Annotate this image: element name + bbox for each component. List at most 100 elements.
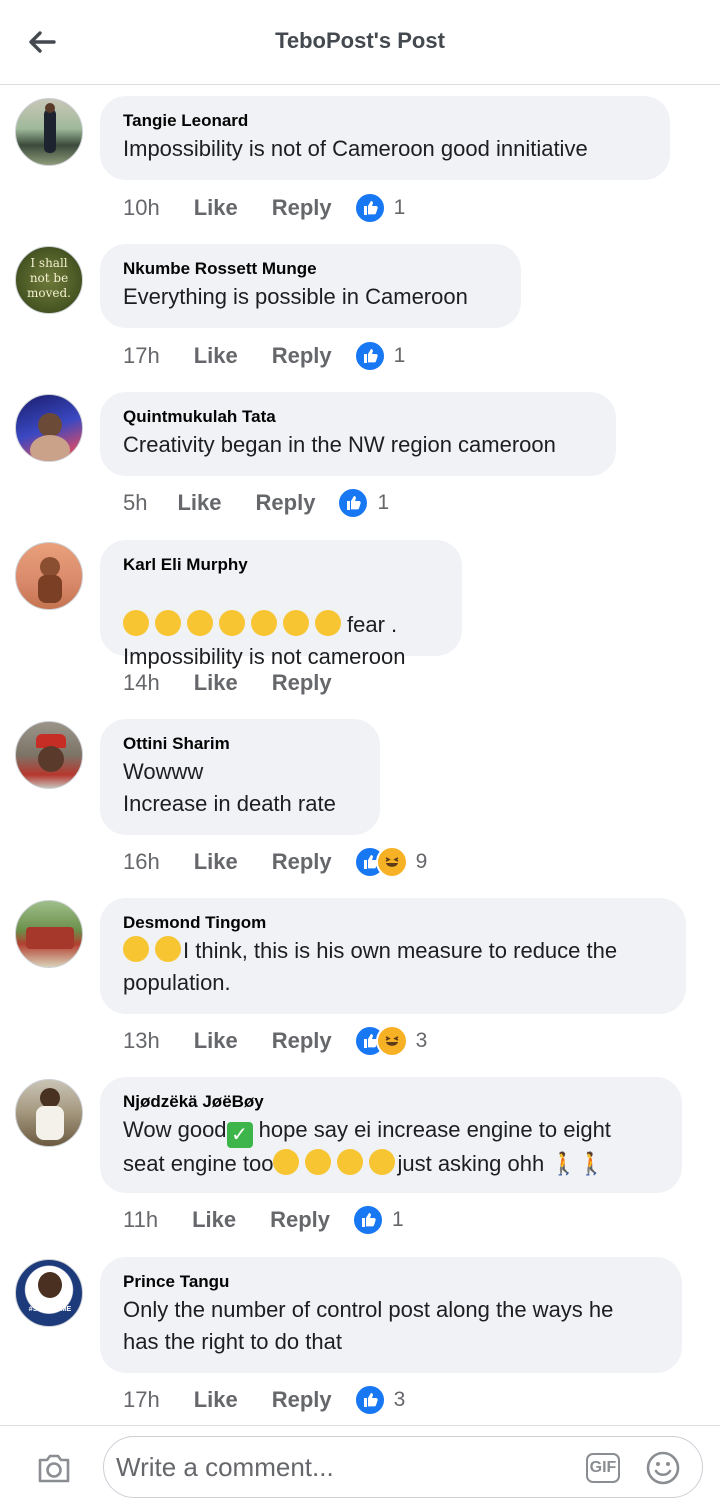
avatar[interactable] (15, 721, 83, 789)
like-reaction-icon (353, 1384, 386, 1416)
comment-bubble[interactable]: Karl Eli Murphy fear . Impossibility is … (100, 540, 462, 669)
like-button[interactable]: Like (194, 1387, 238, 1413)
comment-actions: 11h Like Reply 1 (123, 1204, 404, 1236)
haha-reaction-icon (375, 1025, 408, 1057)
reply-button[interactable]: Reply (272, 1028, 332, 1054)
gif-icon[interactable]: GIF (586, 1453, 620, 1483)
avatar-text: I shall not be moved. (27, 256, 71, 300)
page-title: TeboPost's Post (275, 28, 445, 53)
reaction-summary[interactable]: 9 (353, 846, 427, 878)
tears-of-joy-emoji-icon (283, 610, 309, 636)
comment-author[interactable]: Njødzëkä JøëBøy (123, 1090, 660, 1114)
comment-actions: 17h Like Reply 3 (123, 1384, 405, 1416)
yawning-emoji-icon (273, 1149, 300, 1175)
reply-button[interactable]: Reply (272, 849, 332, 875)
walking-emoji-icon: 🚶 (577, 1151, 606, 1176)
comment-author[interactable]: Nkumbe Rossett Munge (123, 257, 499, 281)
avatar[interactable] (15, 1079, 83, 1147)
reply-button[interactable]: Reply (270, 1207, 330, 1233)
top-bar: TeboPost's Post (0, 0, 720, 85)
reaction-summary[interactable]: 1 (353, 192, 405, 224)
reaction-summary[interactable]: 1 (352, 1204, 404, 1236)
comment-text-line: I think, this is his own measure to redu… (123, 935, 664, 967)
like-button[interactable]: Like (177, 490, 221, 516)
comment-actions: 5h Like Reply 1 (123, 487, 389, 519)
haha-reaction-icon (375, 846, 408, 878)
avatar-text: #STAYHOME (28, 1306, 72, 1313)
comment-time: 17h (123, 343, 160, 368)
like-button[interactable]: Like (194, 670, 238, 696)
comment-input[interactable]: Write a comment... GIF (103, 1436, 703, 1498)
comment-bubble[interactable]: Nkumbe Rossett Munge Everything is possi… (100, 244, 521, 328)
reaction-count: 3 (415, 1029, 428, 1052)
comment-text: just asking ohh (397, 1151, 545, 1176)
like-button[interactable]: Like (194, 849, 238, 875)
comment-time: 14h (123, 670, 160, 695)
comment-author[interactable]: Ottini Sharim (123, 732, 358, 756)
reaction-count: 1 (392, 1208, 404, 1231)
comment-text: fear . (347, 612, 398, 637)
eye-roll-emoji-icon (337, 1149, 364, 1175)
like-reaction-icon (337, 487, 370, 519)
tears-of-joy-emoji-icon (123, 610, 149, 636)
comment-composer: Write a comment... GIF (0, 1425, 720, 1509)
tears-of-joy-emoji-icon (315, 610, 341, 636)
comment-bubble[interactable]: Prince Tangu Only the number of control … (100, 1257, 682, 1373)
comment-author[interactable]: Quintmukulah Tata (123, 405, 594, 429)
like-reaction-icon (353, 340, 386, 372)
reaction-summary[interactable]: 1 (337, 487, 389, 519)
comment-time: 10h (123, 195, 160, 220)
avatar[interactable]: I shall not be moved. (15, 246, 83, 314)
comment-bubble[interactable]: Ottini Sharim Wowww Increase in death ra… (100, 719, 380, 835)
reaction-summary[interactable]: 1 (353, 340, 406, 372)
comment-bubble[interactable]: Njødzëkä JøëBøy Wow good ✓ hope say ei in… (100, 1077, 682, 1193)
reply-button[interactable]: Reply (272, 1387, 332, 1413)
reply-button[interactable]: Reply (272, 670, 332, 696)
comment-input-placeholder: Write a comment... (116, 1452, 334, 1482)
comment-time: 17h (123, 1387, 160, 1412)
avatar[interactable]: #STAYHOME (15, 1259, 83, 1327)
comment-actions: 16h Like Reply 9 (123, 846, 427, 878)
like-button[interactable]: Like (194, 343, 238, 369)
tears-of-joy-emoji-icon (187, 610, 213, 636)
emoji-icon[interactable] (644, 1449, 682, 1487)
avatar[interactable] (15, 542, 83, 610)
reaction-count: 1 (393, 344, 406, 367)
comment-bubble[interactable]: Quintmukulah Tata Creativity began in th… (100, 392, 616, 476)
like-button[interactable]: Like (192, 1207, 236, 1233)
comment-actions: 17h Like Reply 1 (123, 340, 406, 372)
like-button[interactable]: Like (194, 195, 238, 221)
comment-text: Wow good (123, 1117, 227, 1142)
comment-author[interactable]: Tangie Leonard (123, 109, 648, 133)
like-button[interactable]: Like (194, 1028, 238, 1054)
reply-button[interactable]: Reply (256, 490, 316, 516)
comment-text-line: Wow good ✓ hope say ei increase engine to… (123, 1114, 660, 1148)
comment-time: 5h (123, 490, 148, 515)
check-mark-emoji-icon: ✓ (226, 1122, 253, 1148)
eye-roll-emoji-icon (369, 1149, 396, 1175)
reaction-summary[interactable]: 3 (353, 1384, 405, 1416)
comment-author[interactable]: Desmond Tingom (123, 911, 664, 935)
avatar[interactable] (15, 394, 83, 462)
comment-text: I think, this is his own measure to redu… (183, 938, 618, 963)
camera-icon[interactable] (34, 1448, 74, 1488)
reply-button[interactable]: Reply (272, 195, 332, 221)
comment-text: seat engine too (123, 1151, 274, 1176)
walking-emoji-icon: 🚶 (550, 1151, 578, 1176)
like-reaction-icon (353, 192, 386, 224)
comment-author[interactable]: Karl Eli Murphy (123, 553, 440, 577)
comment-actions: 13h Like Reply 3 (123, 1025, 428, 1057)
reply-button[interactable]: Reply (272, 343, 332, 369)
comment-text: Impossibility is not of Cameroon good in… (123, 136, 588, 161)
like-reaction-icon (352, 1204, 385, 1236)
comment-text: Wowww Increase in death rate (123, 759, 336, 816)
reaction-summary[interactable]: 3 (353, 1025, 428, 1057)
unamused-emoji-icon (123, 936, 149, 962)
comment-bubble[interactable]: Desmond Tingom I think, this is his own … (100, 898, 686, 1014)
comment-text: Everything is possible in Cameroon (123, 284, 468, 309)
avatar[interactable] (15, 900, 83, 968)
comment-bubble[interactable]: Tangie Leonard Impossibility is not of C… (100, 96, 670, 180)
avatar[interactable] (15, 98, 83, 166)
comment-author[interactable]: Prince Tangu (123, 1270, 660, 1294)
comment-text: Creativity began in the NW region camero… (123, 432, 556, 457)
